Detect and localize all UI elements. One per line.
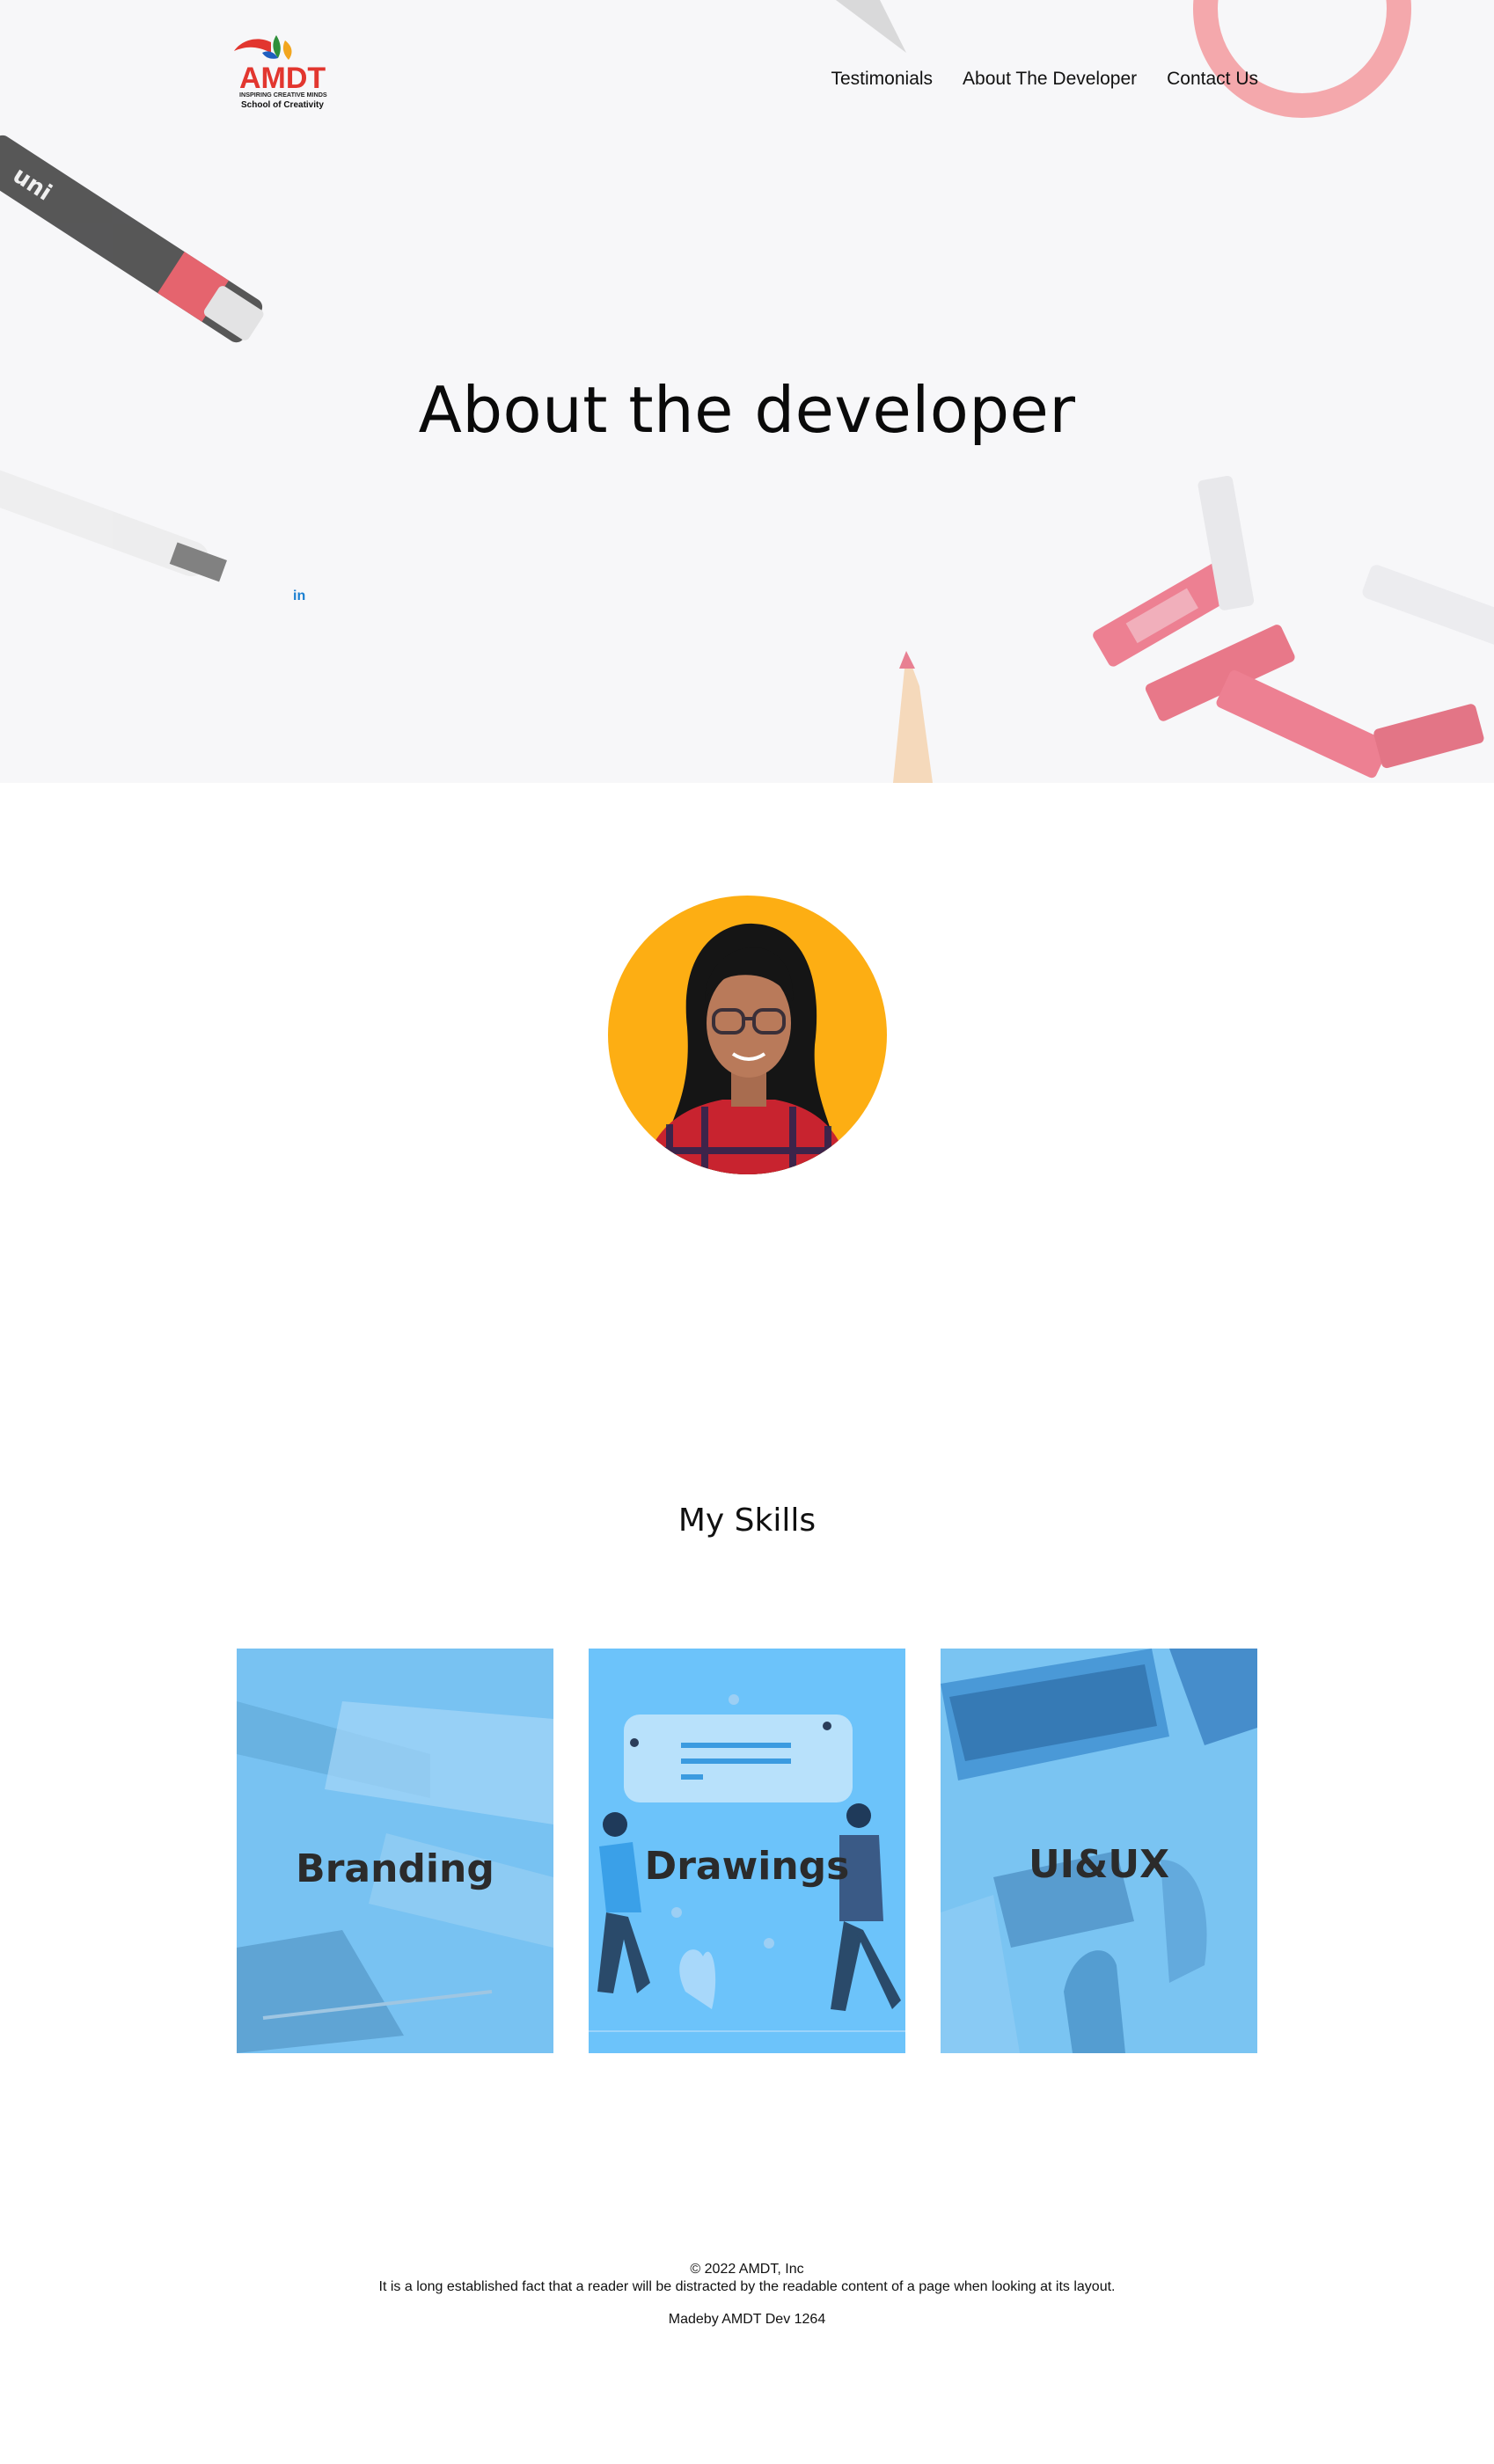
skill-label-drawings: Drawings xyxy=(644,1844,850,1889)
nav-about-the-developer[interactable]: About The Developer xyxy=(963,69,1137,90)
linkedin-icon[interactable]: in xyxy=(293,589,305,604)
footer-copyright: © 2022 AMDT, Inc xyxy=(690,2262,804,2277)
developer-avatar xyxy=(608,896,887,1174)
nav-contact-us[interactable]: Contact Us xyxy=(1167,69,1258,90)
footer: © 2022 AMDT, Inc It is a long establishe… xyxy=(0,2261,1494,2329)
hero-section: uni AMDT INSPIRING CREATIVE MINDS School… xyxy=(0,0,1494,783)
nav-testimonials[interactable]: Testimonials xyxy=(831,69,934,90)
logo-tagline: INSPIRING CREATIVE MINDS xyxy=(239,91,327,99)
page-title: About the developer xyxy=(418,373,1076,447)
skill-card-drawings[interactable]: Drawings xyxy=(589,1649,905,2053)
skill-card-branding[interactable]: Branding xyxy=(237,1649,553,2053)
main-nav: Testimonials About The Developer Contact… xyxy=(831,69,1259,90)
skill-label-branding: Branding xyxy=(296,1846,494,1891)
skills-title: My Skills xyxy=(677,1503,817,1539)
footer-text: It is a long established fact that a rea… xyxy=(378,2279,1116,2294)
amdt-logo[interactable]: AMDT INSPIRING CREATIVE MINDS School of … xyxy=(231,32,341,114)
skill-label-uiux: UI&UX xyxy=(1028,1842,1170,1887)
footer-made-by: Madeby AMDT Dev 1264 xyxy=(668,2312,826,2327)
logo-subtitle: School of Creativity xyxy=(241,100,324,110)
skill-card-uiux[interactable]: UI&UX xyxy=(941,1649,1257,2053)
